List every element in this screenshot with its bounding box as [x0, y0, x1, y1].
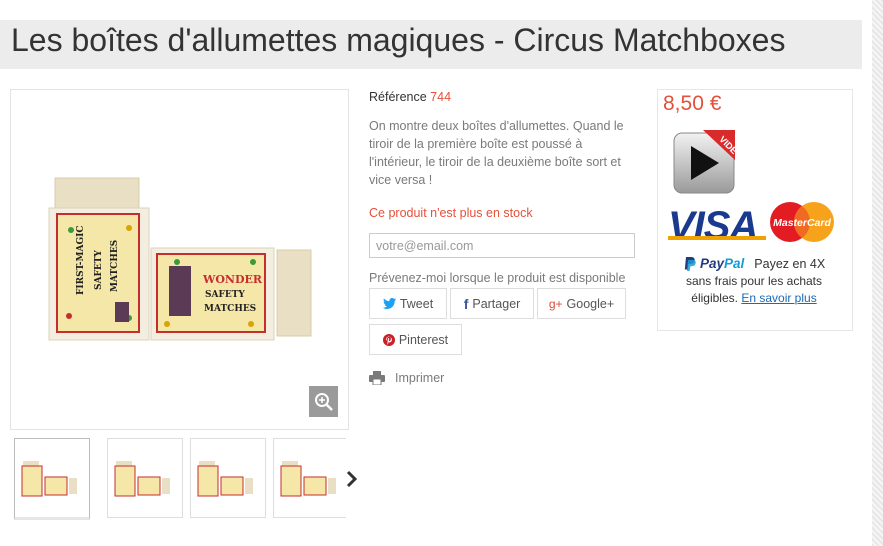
- mastercard-icon: MasterCard: [770, 202, 834, 242]
- chevron-right-icon: [346, 470, 358, 488]
- product-reference: Référence 744: [369, 90, 451, 104]
- box-left-line1: FIRST-MAGIC: [76, 225, 86, 295]
- paypal-line3: éligibles.: [691, 291, 738, 305]
- page-title: Les boîtes d'allumettes magiques - Circu…: [11, 22, 786, 58]
- zoom-in-icon: [314, 392, 333, 411]
- pinterest-button[interactable]: Pinterest: [369, 324, 462, 355]
- visa-logo-stripe: [668, 236, 766, 240]
- paypal-text: sans frais pour les achats éligibles. En…: [663, 273, 845, 307]
- video-button[interactable]: VIDEO: [673, 130, 744, 196]
- paypal-brand-a: Pay: [700, 256, 725, 271]
- thumbnail-image: [21, 461, 77, 497]
- thumbnail-image: [280, 461, 336, 497]
- paypal-line1: Payez en 4X: [754, 256, 826, 271]
- printer-icon: [369, 371, 385, 385]
- paypal-icon: [684, 256, 696, 271]
- twitter-icon: [382, 298, 396, 309]
- email-field[interactable]: [369, 233, 635, 258]
- product-price: 8,50 €: [663, 92, 722, 115]
- thumbnail-1[interactable]: [14, 438, 90, 520]
- thumbnail-strip: [14, 438, 346, 524]
- zoom-button[interactable]: [309, 386, 338, 417]
- box-right-line1: WONDER: [202, 273, 263, 286]
- visa-logo: VISA: [668, 204, 758, 248]
- google-plus-label: Google+: [566, 296, 615, 311]
- matchboxes-illustration: FIRST-MAGIC SAFETY MATCHES WONDER SAFETY…: [48, 177, 312, 341]
- tweet-label: Tweet: [399, 296, 434, 311]
- paypal-brand-b: Pal: [724, 256, 745, 271]
- print-label: Imprimer: [395, 371, 445, 385]
- page-scrollbar[interactable]: [872, 0, 883, 546]
- facebook-label: Partager: [472, 296, 521, 311]
- thumbnail-image: [197, 461, 253, 497]
- paypal-line3-wrap: éligibles. En savoir plus: [663, 290, 845, 307]
- paypal-learn-more-link[interactable]: En savoir plus: [741, 291, 816, 305]
- video-play-icon: VIDEO: [673, 130, 744, 194]
- google-plus-icon: g+: [548, 296, 563, 311]
- mastercard-text: MasterCard: [773, 217, 831, 229]
- reference-label: Référence: [369, 90, 427, 104]
- title-bar: Les boîtes d'allumettes magiques - Circu…: [0, 20, 862, 69]
- google-plus-button[interactable]: g+ Google+: [537, 288, 626, 319]
- product-description: On montre deux boîtes d'allumettes. Quan…: [369, 119, 624, 187]
- stock-status: Ce produit n'est plus en stock: [369, 206, 533, 220]
- tweet-button[interactable]: Tweet: [369, 288, 447, 319]
- reference-value: 744: [430, 90, 452, 104]
- page-gutter: [863, 0, 872, 546]
- thumbnail-3[interactable]: [190, 438, 266, 518]
- box-left-line2: SAFETY: [94, 250, 104, 290]
- thumbnail-4[interactable]: [273, 438, 346, 518]
- pinterest-icon: [382, 333, 395, 346]
- print-button[interactable]: Imprimer: [369, 371, 444, 385]
- thumbnail-image: [114, 461, 170, 497]
- paypal-row: PayPal Payez en 4X: [684, 256, 825, 271]
- mastercard-logo: MasterCard: [768, 201, 836, 243]
- facebook-icon: f: [463, 295, 469, 312]
- box-left-line3: MATCHES: [110, 240, 120, 292]
- thumbnail-next-button[interactable]: [344, 466, 360, 492]
- notify-label: Prévenez-moi lorsque le produit est disp…: [369, 271, 626, 285]
- thumbnail-2[interactable]: [107, 438, 183, 518]
- box-right-line2: SAFETY: [205, 290, 245, 300]
- facebook-share-button[interactable]: f Partager: [450, 288, 534, 319]
- box-right-line3: MATCHES: [204, 304, 256, 314]
- product-image[interactable]: FIRST-MAGIC SAFETY MATCHES WONDER SAFETY…: [10, 89, 349, 430]
- paypal-brand: PayPal: [700, 256, 744, 271]
- paypal-line2: sans frais pour les achats: [685, 274, 823, 288]
- pinterest-label: Pinterest: [398, 332, 449, 347]
